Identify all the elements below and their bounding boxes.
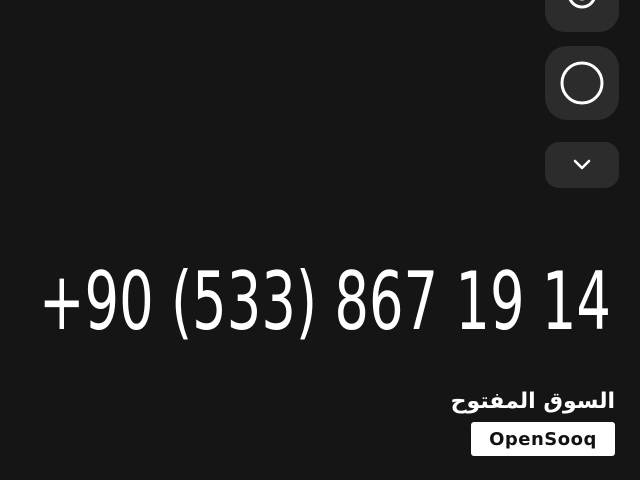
chevron-down-icon <box>573 159 591 170</box>
at-sign-icon <box>568 0 596 9</box>
screen: +90 (533) 867 19 14 السوق المفتوح OpenSo… <box>0 0 640 480</box>
watermark-badge: OpenSooq <box>471 422 615 456</box>
circle-button[interactable] <box>545 46 619 120</box>
mention-button[interactable] <box>545 0 619 32</box>
opensooq-watermark: السوق المفتوح OpenSooq <box>451 386 617 458</box>
phone-number: +90 (533) 867 19 14 <box>39 255 611 348</box>
phone-number-text: +90 (533) 867 19 14 <box>39 255 611 348</box>
expand-button[interactable] <box>545 142 619 188</box>
circle-icon <box>560 61 604 105</box>
watermark-latin-text: OpenSooq <box>489 428 597 450</box>
watermark-arabic-text: السوق المفتوح <box>450 389 615 414</box>
